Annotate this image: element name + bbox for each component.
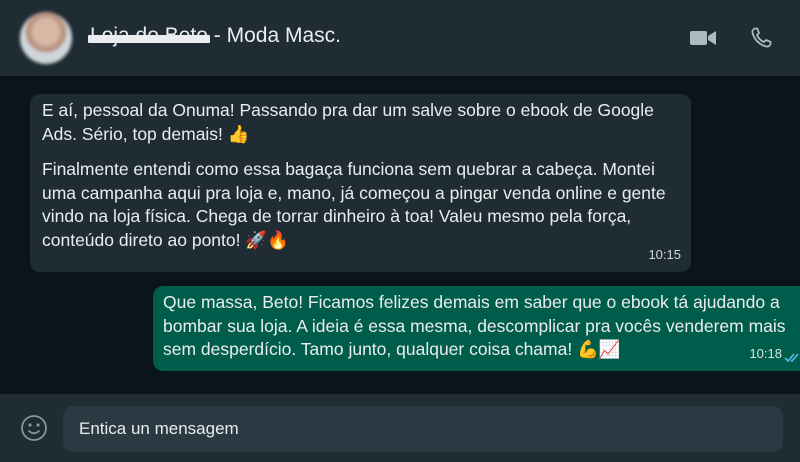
contact-name-suffix: - Moda Masc. [207,24,341,47]
incoming-message-paragraph: E aí, pessoal da Onuma! Passando pra dar… [42,99,679,146]
incoming-text-2: Finalmente entendi como essa bagaça func… [42,159,666,250]
message-timestamp: 10:15 [648,246,681,262]
incoming-text-1: E aí, pessoal da Onuma! Passando pra dar… [42,100,654,144]
incoming-message-paragraph: Finalmente entendi como essa bagaça func… [42,158,679,252]
smiley-icon[interactable] [20,414,48,442]
composer-bar: Entica un mensagem [0,394,800,462]
redacted-contact-name: Loja do Beto [88,24,210,47]
contact-avatar[interactable] [20,12,72,64]
message-list[interactable]: E aí, pessoal da Onuma! Passando pra dar… [0,76,800,394]
video-camera-icon[interactable] [689,26,717,50]
message-input[interactable]: Entica un mensagem [63,406,783,452]
message-timestamp: 10:18 [749,345,782,361]
outgoing-message-text: Que massa, Beto! Ficamos felizes demais … [163,291,800,362]
phone-icon[interactable] [747,26,775,50]
outgoing-text: Que massa, Beto! Ficamos felizes demais … [163,292,786,359]
contact-name[interactable]: Loja do Beto - Moda Masc. [88,24,341,48]
chat-header: Loja do Beto - Moda Masc. [0,0,800,76]
outgoing-message[interactable]: Que massa, Beto! Ficamos felizes demais … [153,286,800,371]
double-check-icon [784,353,799,363]
incoming-message[interactable]: E aí, pessoal da Onuma! Passando pra dar… [30,94,691,272]
